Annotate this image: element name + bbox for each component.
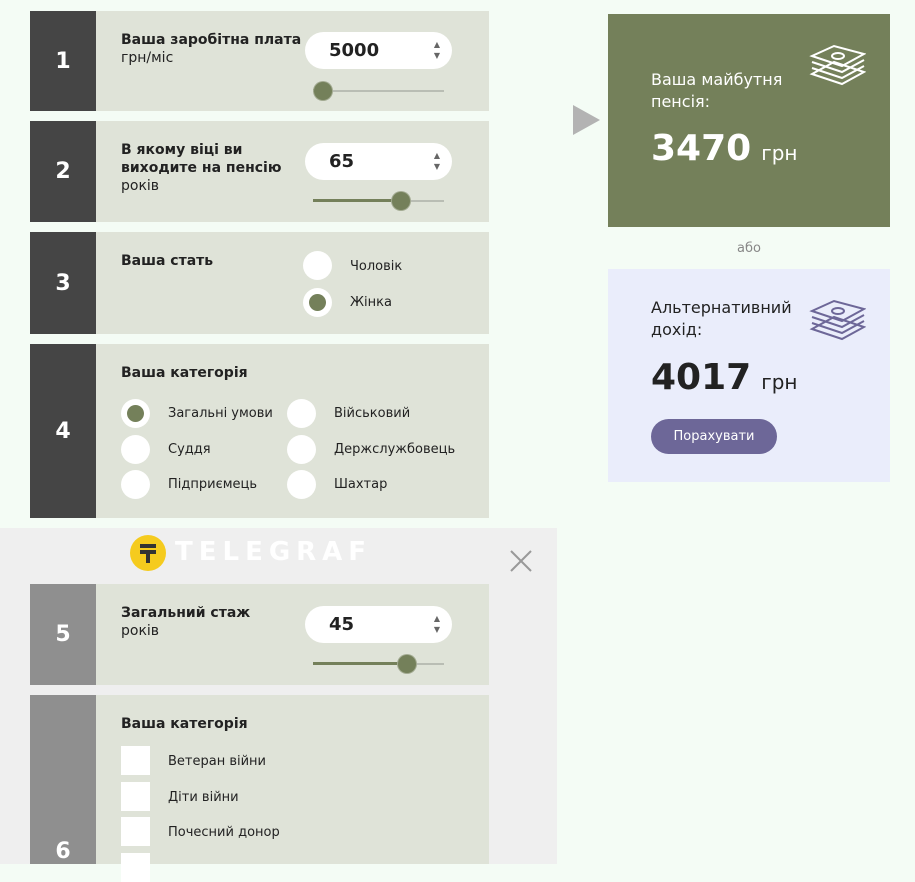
step-label: Загальний стаж років [121, 604, 250, 640]
category-option-civil-servant[interactable]: Держслужбовець [334, 442, 455, 457]
step-label: Ваша заробітна плата грн/міс [121, 31, 301, 67]
alternative-amount-row: 4017 грн [651, 357, 797, 398]
or-label: або [737, 241, 761, 256]
step-label: Ваша стать [121, 252, 213, 270]
step-number: 1 [30, 11, 96, 111]
benefit-category-label: Ваша категорія [121, 716, 248, 732]
step-number: 2 [30, 121, 96, 222]
spinner-icon[interactable]: ▲ ▼ [434, 613, 440, 635]
checkbox-partial[interactable] [121, 853, 150, 882]
alternative-amount: 4017 [651, 357, 752, 398]
checkbox-war-children[interactable] [121, 782, 150, 811]
retirement-age-label: В якому віці ви виходите на пенсію [121, 142, 282, 176]
salary-value: 5000 [329, 40, 380, 61]
step-benefit-category: 6 Ваша категорія Ветеран війни Діти війн… [30, 695, 489, 882]
gender-radio-female[interactable] [303, 288, 332, 317]
step-experience: 5 Загальний стаж років 45 ▲ ▼ [30, 584, 489, 685]
retirement-age-value: 65 [329, 151, 355, 172]
slider-thumb[interactable] [397, 654, 418, 674]
category-option-entrepreneur[interactable]: Підприємець [168, 477, 257, 492]
step-number: 6 [30, 695, 96, 864]
experience-input[interactable]: 45 ▲ ▼ [305, 606, 452, 643]
category-option-military[interactable]: Військовий [334, 406, 410, 421]
experience-label: Загальний стаж [121, 605, 251, 621]
pension-amount-row: 3470 грн [651, 128, 797, 169]
category-radio-civil-servant[interactable] [287, 435, 316, 464]
step-retirement-age: 2 В якому віці ви виходите на пенсію рок… [30, 121, 489, 222]
step-label: Ваша категорія [121, 715, 248, 733]
pension-result-card: Ваша майбутня пенсія: 3470 грн [608, 14, 890, 227]
category-label: Ваша категорія [121, 365, 248, 381]
category-radio-military[interactable] [287, 399, 316, 428]
slider-fill [313, 199, 401, 202]
spinner-icon[interactable]: ▲ ▼ [434, 150, 440, 172]
step-number: 4 [30, 344, 96, 518]
step-category: 4 Ваша категорія Загальні умови Військов… [30, 344, 489, 518]
retirement-age-unit: років [121, 178, 160, 194]
money-stack-icon [809, 299, 866, 341]
play-arrow-icon [573, 105, 600, 135]
salary-slider[interactable] [313, 81, 444, 101]
category-option-general[interactable]: Загальні умови [168, 406, 273, 421]
checkbox-option-veteran[interactable]: Ветеран війни [168, 754, 266, 769]
checkbox-veteran[interactable] [121, 746, 150, 775]
alternative-income-card: Альтернативний дохід: 4017 грн Порахувати [608, 269, 890, 482]
category-radio-judge[interactable] [121, 435, 150, 464]
pension-amount: 3470 [651, 128, 752, 169]
gender-radio-male[interactable] [303, 251, 332, 280]
experience-unit: років [121, 623, 160, 639]
gender-label: Ваша стать [121, 253, 214, 269]
category-radio-miner[interactable] [287, 470, 316, 499]
slider-thumb[interactable] [313, 81, 333, 101]
slider-thumb[interactable] [390, 191, 411, 211]
step-label: В якому віці ви виходите на пенсію років [121, 141, 301, 195]
brand-name: TELEGRAF [175, 537, 373, 567]
checkbox-option-war-children[interactable]: Діти війни [168, 790, 239, 805]
salary-unit: грн/міс [121, 50, 174, 66]
slider-fill [313, 662, 408, 665]
salary-input[interactable]: 5000 ▲ ▼ [305, 32, 452, 69]
checkbox-donor[interactable] [121, 817, 150, 846]
step-gender: 3 Ваша стать Чоловік Жінка [30, 232, 489, 334]
salary-label: Ваша заробітна плата [121, 32, 302, 48]
step-number: 5 [30, 584, 96, 685]
step-label: Ваша категорія [121, 364, 248, 382]
close-icon[interactable] [509, 549, 533, 573]
telegraf-logo-icon [130, 535, 166, 571]
calculate-button[interactable]: Порахувати [651, 419, 777, 454]
pension-title: Ваша майбутня пенсія: [651, 70, 783, 111]
step-number: 3 [30, 232, 96, 334]
retirement-age-slider[interactable] [313, 191, 444, 211]
category-option-miner[interactable]: Шахтар [334, 477, 387, 492]
category-radio-entrepreneur[interactable] [121, 470, 150, 499]
experience-value: 45 [329, 614, 355, 635]
retirement-age-input[interactable]: 65 ▲ ▼ [305, 143, 452, 180]
alternative-title: Альтернативний дохід: [651, 298, 792, 339]
alternative-currency: грн [761, 370, 798, 394]
step-salary: 1 Ваша заробітна плата грн/міс 5000 ▲ ▼ [30, 11, 489, 111]
experience-slider[interactable] [313, 654, 444, 674]
checkbox-option-donor[interactable]: Почесний донор [168, 825, 280, 840]
gender-option-female[interactable]: Жінка [350, 295, 392, 310]
category-radio-general[interactable] [121, 399, 150, 428]
spinner-icon[interactable]: ▲ ▼ [434, 39, 440, 61]
gender-option-male[interactable]: Чоловік [350, 259, 402, 274]
money-stack-icon [809, 44, 866, 86]
category-option-judge[interactable]: Суддя [168, 442, 211, 457]
pension-currency: грн [761, 141, 798, 165]
